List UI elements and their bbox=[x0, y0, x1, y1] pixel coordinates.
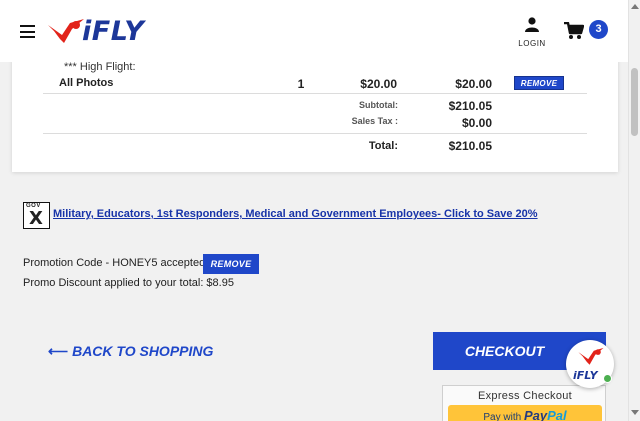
scroll-down-arrow-icon[interactable] bbox=[631, 410, 639, 415]
scroll-up-arrow-icon[interactable] bbox=[631, 4, 639, 9]
paypal-logo: PayPal bbox=[524, 408, 567, 421]
item-name: All Photos bbox=[59, 77, 114, 89]
remove-item-button[interactable]: REMOVE bbox=[514, 76, 564, 90]
remove-promo-button[interactable]: REMOVE bbox=[203, 254, 259, 274]
flyer-icon bbox=[578, 347, 604, 365]
cart-button[interactable]: 3 bbox=[564, 20, 612, 42]
item-total: $20.00 bbox=[455, 77, 492, 91]
logo-text: iFLY bbox=[82, 16, 145, 47]
item-price: $20.00 bbox=[360, 77, 397, 91]
back-to-shopping-label: BACK TO SHOPPING bbox=[72, 343, 214, 359]
sales-tax-value: $0.00 bbox=[461, 116, 492, 130]
govx-badge-icon: GOV X bbox=[23, 202, 50, 229]
promo-discount-text: Promo Discount applied to your total: $8… bbox=[23, 277, 234, 289]
cart-count-badge: 3 bbox=[589, 20, 608, 39]
cart-icon bbox=[564, 22, 584, 39]
flyer-icon bbox=[48, 19, 84, 43]
login-label: LOGIN bbox=[518, 39, 546, 48]
item-note: *** High Flight: bbox=[64, 61, 136, 73]
total-value: $210.05 bbox=[448, 139, 492, 153]
express-checkout-label: Express Checkout bbox=[477, 390, 573, 402]
ifly-logo[interactable]: iFLY bbox=[46, 17, 164, 47]
total-label: Total: bbox=[368, 140, 398, 152]
item-quantity: 1 bbox=[297, 77, 305, 91]
online-status-dot bbox=[603, 374, 612, 383]
order-summary-card: *** High Flight: All Photos 1 $20.00 $20… bbox=[12, 58, 618, 172]
chat-widget-button[interactable]: iFLY bbox=[566, 340, 614, 388]
promo-accepted-text: Promotion Code - HONEY5 accepted. bbox=[23, 257, 209, 269]
subtotal-label: Subtotal: bbox=[359, 100, 398, 110]
back-to-shopping-link[interactable]: ⟵ BACK TO SHOPPING bbox=[48, 343, 213, 360]
paypal-button[interactable]: Pay with PayPal bbox=[448, 405, 602, 421]
arrow-left-icon: ⟵ bbox=[48, 343, 69, 359]
divider bbox=[43, 133, 587, 134]
paypal-brand-pay: Pay bbox=[523, 408, 548, 421]
scrollbar-thumb[interactable] bbox=[631, 68, 638, 136]
user-icon bbox=[525, 17, 539, 32]
page-scrollbar[interactable] bbox=[628, 0, 640, 421]
menu-icon[interactable] bbox=[20, 25, 35, 38]
govx-badge-letter: X bbox=[29, 208, 43, 229]
subtotal-value: $210.05 bbox=[448, 99, 492, 113]
chat-logo-text: iFLY bbox=[573, 369, 598, 382]
sales-tax-label: Sales Tax : bbox=[351, 116, 398, 126]
divider bbox=[43, 93, 587, 94]
login-button[interactable]: LOGIN bbox=[515, 17, 549, 48]
express-checkout: Express Checkout Pay with PayPal bbox=[442, 385, 606, 421]
paypal-prefix: Pay with bbox=[483, 412, 522, 421]
paypal-brand-pal: Pal bbox=[547, 408, 567, 421]
military-discount-link[interactable]: Military, Educators, 1st Responders, Med… bbox=[53, 208, 538, 220]
site-header: iFLY LOGIN 3 bbox=[0, 0, 628, 62]
